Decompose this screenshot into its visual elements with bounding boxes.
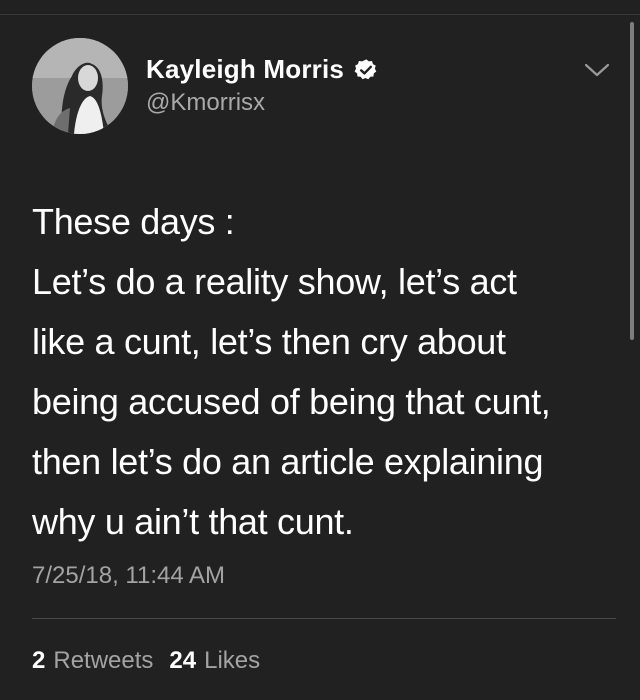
author-display-name[interactable]: Kayleigh Morris: [146, 54, 344, 85]
retweets-count[interactable]: 2: [32, 647, 45, 675]
avatar-photo: [32, 38, 128, 134]
tweet-line: why u ain’t that cunt.: [32, 501, 354, 542]
author-handle[interactable]: @Kmorrisx: [146, 89, 265, 117]
tweet-line: These days :: [32, 201, 235, 242]
verified-badge-icon: [354, 58, 378, 82]
chevron-down-icon[interactable]: [584, 60, 610, 80]
tweet-detail-screen: Kayleigh Morris @Kmorrisx These days : L…: [0, 0, 640, 700]
tweet-line: like a cunt, let’s then cry about: [32, 321, 506, 362]
likes-label[interactable]: Likes: [204, 647, 260, 675]
author-name-row[interactable]: Kayleigh Morris: [146, 54, 378, 85]
tweet-line: Let’s do a reality show, let’s act: [32, 261, 517, 302]
scrollbar[interactable]: [630, 22, 634, 340]
tweet-line: being accused of being that cunt,: [32, 381, 551, 422]
tweet-stats: 2 Retweets 24 Likes: [32, 647, 260, 675]
avatar[interactable]: [32, 38, 128, 134]
stats-divider: [32, 618, 616, 619]
tweet-text: These days : Let’s do a reality show, le…: [32, 192, 622, 552]
retweets-label[interactable]: Retweets: [53, 647, 153, 675]
tweet-line: then let’s do an article explaining: [32, 441, 544, 482]
likes-count[interactable]: 24: [169, 647, 196, 675]
top-divider: [0, 14, 640, 15]
tweet-timestamp[interactable]: 7/25/18, 11:44 AM: [32, 562, 225, 590]
